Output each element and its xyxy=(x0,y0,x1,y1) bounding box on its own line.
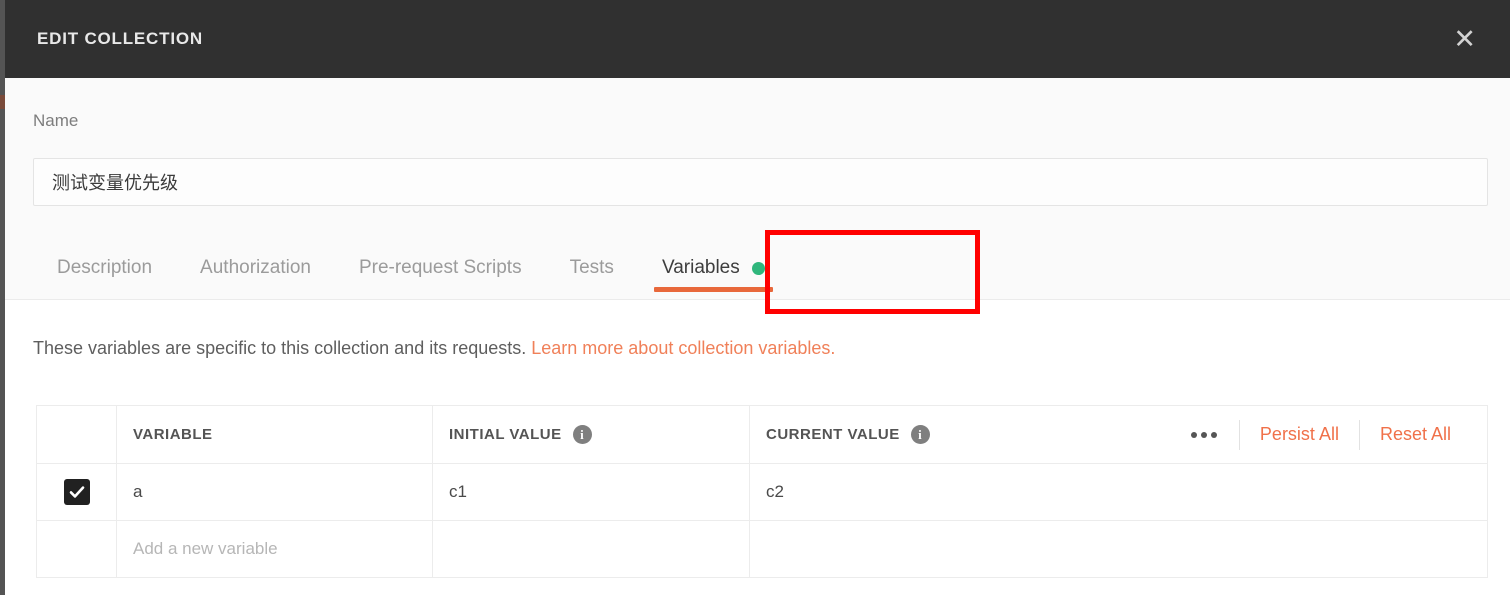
learn-more-link[interactable]: Learn more about collection variables. xyxy=(531,338,835,358)
persist-all-button[interactable]: Persist All xyxy=(1240,406,1359,463)
variables-description-text: These variables are specific to this col… xyxy=(33,338,532,358)
name-and-tabs-section: Name Description Authorization Pre-reque… xyxy=(5,78,1510,300)
variables-description: These variables are specific to this col… xyxy=(33,338,835,359)
tab-tests[interactable]: Tests xyxy=(546,236,638,300)
row-current-value: c2 xyxy=(766,482,784,501)
page-title: EDIT COLLECTION xyxy=(37,29,203,48)
name-label: Name xyxy=(33,111,79,130)
tab-authorization[interactable]: Authorization xyxy=(176,236,335,300)
tab-pre-request-scripts-label: Pre-request Scripts xyxy=(358,257,522,278)
new-variable-input[interactable]: Add a new variable xyxy=(117,521,433,577)
modal-left-edge xyxy=(0,0,5,595)
tab-description[interactable]: Description xyxy=(33,236,176,300)
header-cell-variable: VARIABLE xyxy=(117,406,433,463)
new-row-checkbox-cell xyxy=(37,521,117,577)
variables-table: VARIABLE INITIAL VALUE i CURRENT VALUE i xyxy=(36,405,1488,578)
active-tab-underline xyxy=(653,287,773,292)
row-variable-value: a xyxy=(133,482,143,501)
reset-all-button[interactable]: Reset All xyxy=(1360,406,1471,463)
table-header-actions: Persist All Reset All xyxy=(1169,406,1471,463)
edit-collection-modal: EDIT COLLECTION ✕ Name Description Autho… xyxy=(0,0,1510,595)
new-current-value-input[interactable] xyxy=(750,521,1487,577)
tab-description-label: Description xyxy=(57,257,153,278)
row-checkbox-cell xyxy=(37,464,117,520)
info-icon[interactable]: i xyxy=(910,425,930,444)
row-variable-cell[interactable]: a xyxy=(117,464,433,520)
header-label-current-value: CURRENT VALUE xyxy=(766,426,900,443)
modal-left-edge-accent xyxy=(0,95,5,109)
tab-pre-request-scripts[interactable]: Pre-request Scripts xyxy=(335,236,546,300)
close-icon[interactable]: ✕ xyxy=(1447,22,1482,57)
header-label-variable: VARIABLE xyxy=(133,426,213,443)
header-cell-current-value: CURRENT VALUE i Persist All Reset All xyxy=(750,406,1487,463)
table-new-row: Add a new variable xyxy=(37,521,1487,578)
more-options-icon[interactable] xyxy=(1169,431,1239,438)
new-variable-placeholder: Add a new variable xyxy=(133,539,278,558)
new-initial-value-input[interactable] xyxy=(433,521,750,577)
row-initial-value-cell[interactable]: c1 xyxy=(433,464,750,520)
dot xyxy=(1190,431,1197,438)
row-current-value-cell[interactable]: c2 xyxy=(750,464,1487,520)
dot xyxy=(1200,431,1207,438)
collection-name-input[interactable] xyxy=(33,158,1488,206)
info-icon[interactable]: i xyxy=(572,425,592,444)
modal-header: EDIT COLLECTION ✕ xyxy=(5,0,1510,78)
tab-variables-label: Variables xyxy=(661,257,740,278)
variables-panel: These variables are specific to this col… xyxy=(5,300,1510,595)
header-label-initial-value: INITIAL VALUE xyxy=(449,426,562,443)
tab-bar: Description Authorization Pre-request Sc… xyxy=(33,236,789,300)
table-header-row: VARIABLE INITIAL VALUE i CURRENT VALUE i xyxy=(37,406,1487,464)
header-cell-checkbox xyxy=(37,406,117,463)
tab-tests-label: Tests xyxy=(569,257,614,278)
tab-variables[interactable]: Variables xyxy=(638,236,789,300)
tab-authorization-label: Authorization xyxy=(200,257,311,278)
dot xyxy=(1210,431,1217,438)
unsaved-changes-dot-icon xyxy=(751,261,765,275)
row-enabled-checkbox[interactable] xyxy=(63,479,90,505)
table-row: a c1 c2 xyxy=(37,464,1487,521)
row-initial-value: c1 xyxy=(449,482,467,501)
header-cell-initial-value: INITIAL VALUE i xyxy=(433,406,750,463)
